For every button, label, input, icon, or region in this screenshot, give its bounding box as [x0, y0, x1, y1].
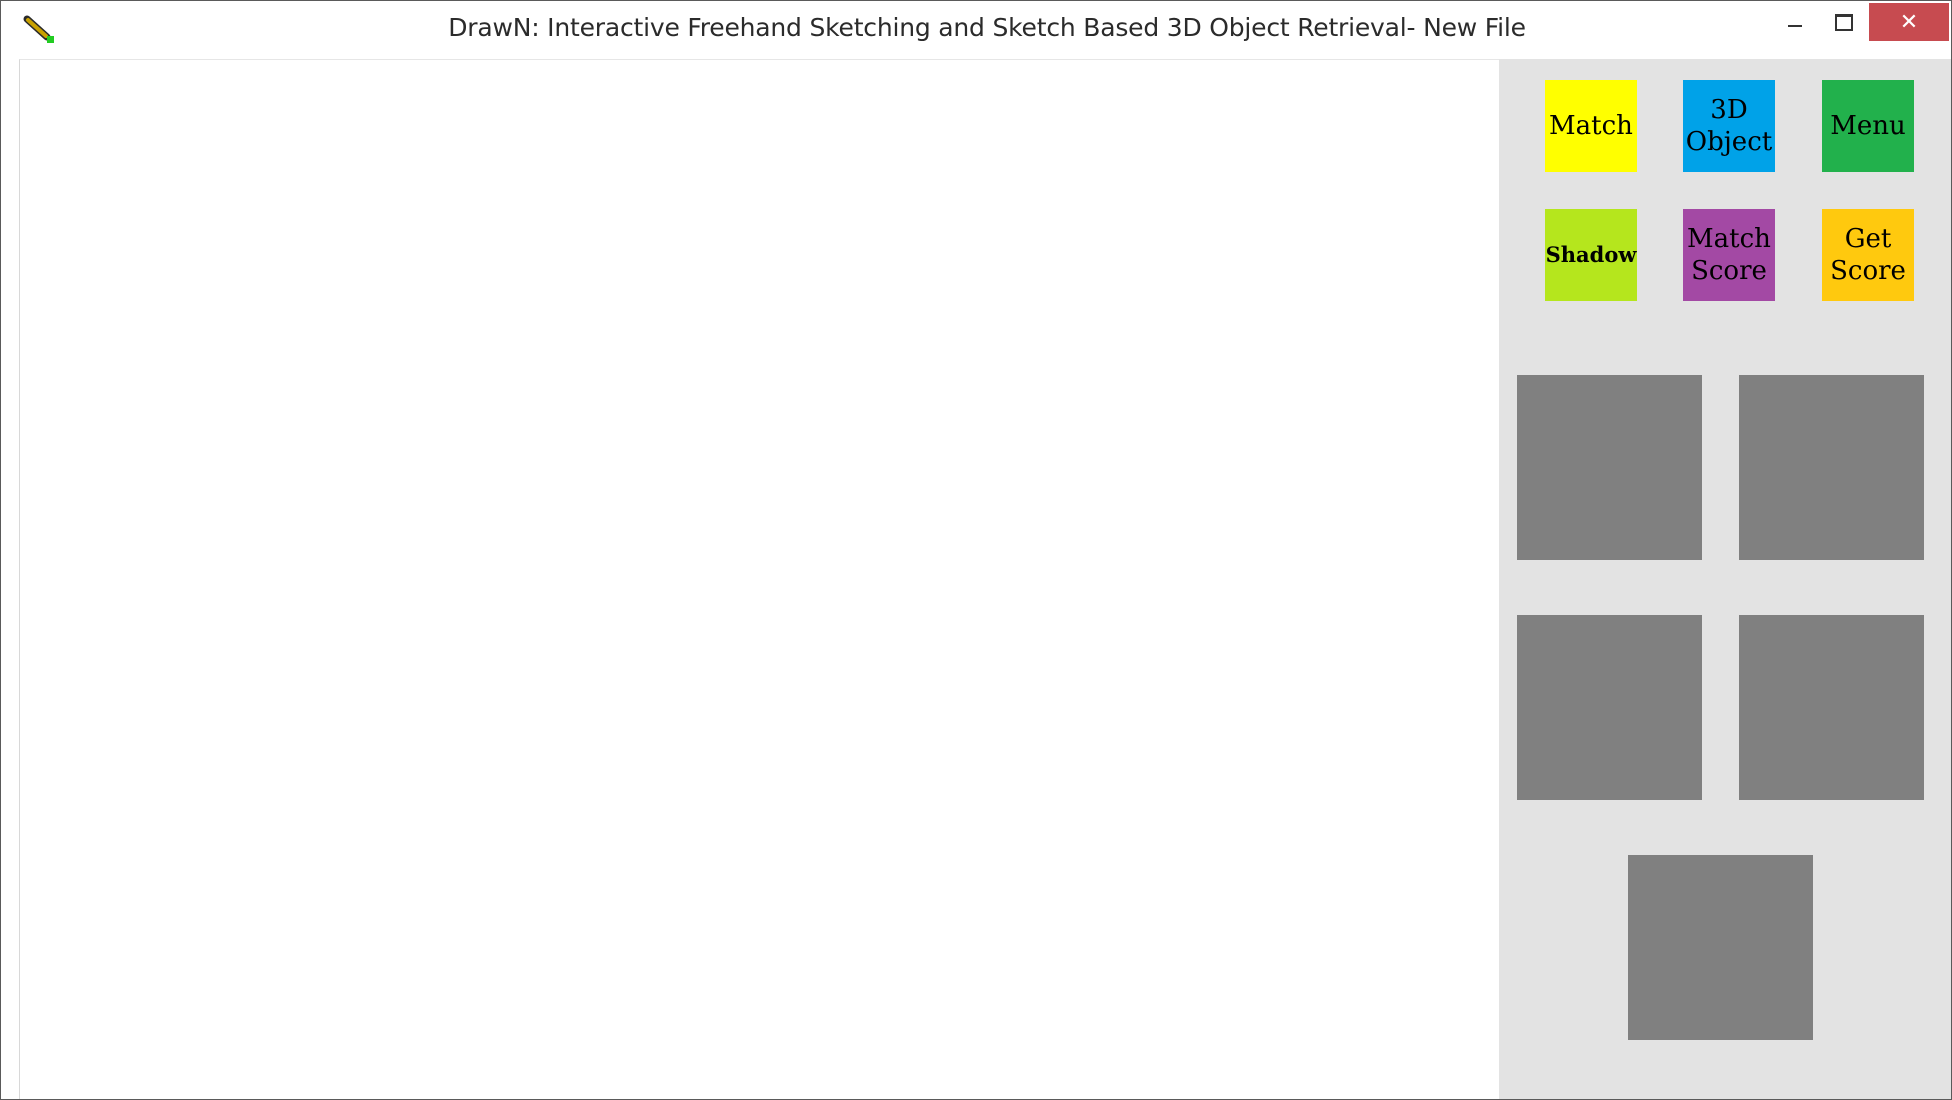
- result-thumbnail[interactable]: [1739, 375, 1924, 560]
- get-score-button[interactable]: Get Score: [1822, 209, 1914, 301]
- side-panel: Match 3D Object Menu Shadow Match Score …: [1499, 59, 1951, 1099]
- maximize-icon: [1835, 13, 1853, 31]
- result-thumbnail[interactable]: [1517, 375, 1702, 560]
- match-score-button[interactable]: Match Score: [1683, 209, 1775, 301]
- minimize-button[interactable]: [1771, 3, 1819, 41]
- menu-button[interactable]: Menu: [1822, 80, 1914, 172]
- minimize-icon: [1788, 25, 1802, 27]
- app-window: DrawN: Interactive Freehand Sketching an…: [0, 0, 1952, 1100]
- title-bar[interactable]: DrawN: Interactive Freehand Sketching an…: [1, 1, 1951, 59]
- result-thumbnail[interactable]: [1628, 855, 1813, 1040]
- sketch-canvas[interactable]: [19, 59, 1500, 1099]
- match-button[interactable]: Match: [1545, 80, 1637, 172]
- result-thumbnail[interactable]: [1739, 615, 1924, 800]
- close-button[interactable]: ✕: [1869, 3, 1949, 41]
- shadow-button[interactable]: Shadow: [1545, 209, 1637, 301]
- result-thumbnail[interactable]: [1517, 615, 1702, 800]
- maximize-button[interactable]: [1819, 3, 1869, 41]
- window-title: DrawN: Interactive Freehand Sketching an…: [448, 13, 1526, 42]
- close-icon: ✕: [1899, 9, 1919, 35]
- 3d-object-button[interactable]: 3D Object: [1683, 80, 1775, 172]
